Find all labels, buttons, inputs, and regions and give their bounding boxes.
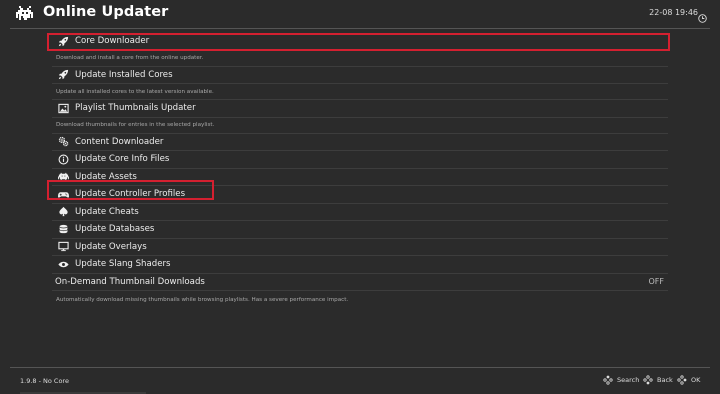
eye-icon: [58, 259, 69, 270]
menu-item-update-core-info-files[interactable]: Update Core Info Files: [52, 151, 668, 169]
back-control[interactable]: Back: [643, 375, 673, 385]
spade-icon: [58, 206, 69, 217]
toggle-value[interactable]: OFF: [649, 277, 665, 286]
menu-item-label: Playlist Thumbnails Updater: [75, 103, 196, 114]
menu-item-label: Update Databases: [75, 224, 155, 235]
retroarch-logo-icon: [16, 6, 34, 22]
menu-item-description: Automatically download missing thumbnail…: [56, 297, 349, 303]
menu-item-update-databases[interactable]: Update Databases: [52, 221, 668, 239]
menu-item-update-installed-cores[interactable]: Update Installed Cores: [52, 67, 668, 84]
controller-button-icon: [603, 375, 613, 385]
gears-icon: [58, 136, 69, 147]
menu-item-on-demand-thumbnail-downloads[interactable]: On-Demand Thumbnail Downloads OFF: [52, 274, 668, 291]
footer-bar: 1.9.8 - No Core Search Back OK: [0, 368, 720, 394]
controller-button-icon: [677, 375, 687, 385]
back-label: Back: [657, 376, 673, 384]
info-icon: [58, 154, 69, 165]
monitor-icon: [58, 241, 69, 252]
menu-item-label: Update Core Info Files: [75, 154, 170, 165]
menu-list: Core Downloader Download and install a c…: [52, 33, 668, 309]
menu-item-playlist-thumbnails-updater[interactable]: Playlist Thumbnails Updater: [52, 100, 668, 118]
clock-icon: [698, 8, 707, 23]
menu-item-label: On-Demand Thumbnail Downloads: [55, 276, 205, 287]
menu-item-update-slang-shaders[interactable]: Update Slang Shaders: [52, 256, 668, 274]
menu-item-description: Download and install a core from the onl…: [52, 51, 668, 67]
menu-item-description: Download thumbnails for entries in the s…: [52, 118, 668, 134]
menu-item-label: Update Slang Shaders: [75, 259, 171, 270]
ok-label: OK: [691, 376, 701, 384]
clock-text: 22-08 19:46: [649, 8, 698, 17]
controller-button-icon: [643, 375, 653, 385]
header-bar: Online Updater 22-08 19:46: [0, 0, 720, 28]
menu-item-label: Update Installed Cores: [75, 69, 173, 80]
menu-item-label: Update Cheats: [75, 206, 139, 217]
menu-item-update-cheats[interactable]: Update Cheats: [52, 204, 668, 221]
menu-item-update-overlays[interactable]: Update Overlays: [52, 239, 668, 256]
ok-control[interactable]: OK: [677, 375, 700, 385]
highlight-box-core-downloader: [47, 33, 670, 51]
highlight-box-controller-profiles: [47, 180, 214, 200]
menu-item-content-downloader[interactable]: Content Downloader: [52, 134, 668, 151]
search-control[interactable]: Search: [603, 375, 639, 385]
page-title: Online Updater: [43, 4, 169, 20]
database-icon: [58, 224, 69, 235]
version-text: 1.9.8 - No Core: [20, 377, 69, 385]
menu-item-description: Update all installed cores to the latest…: [52, 84, 668, 100]
menu-item-label: Content Downloader: [75, 136, 164, 147]
header-divider: [10, 28, 710, 29]
image-icon: [58, 103, 69, 114]
rocket-icon: [58, 69, 69, 80]
menu-item-label: Update Overlays: [75, 241, 147, 252]
search-label: Search: [617, 376, 640, 384]
